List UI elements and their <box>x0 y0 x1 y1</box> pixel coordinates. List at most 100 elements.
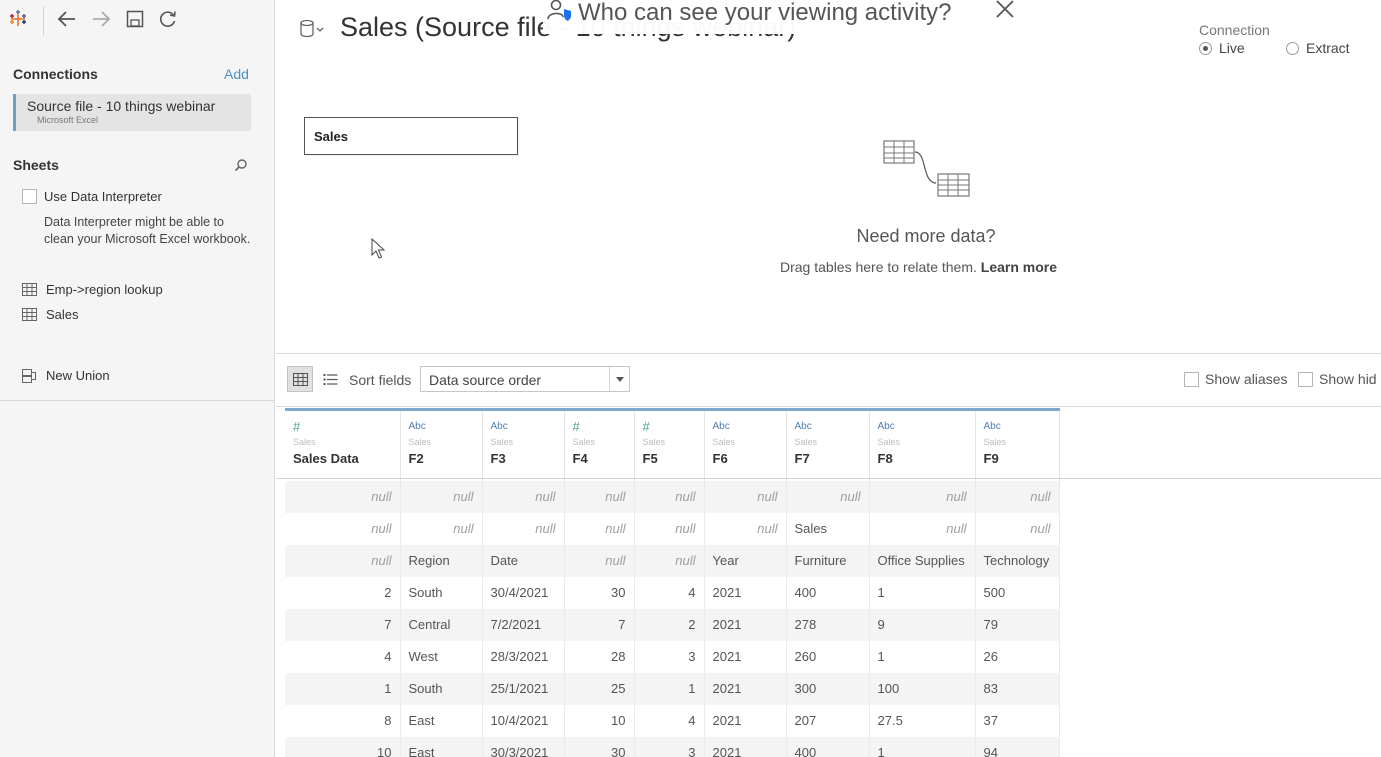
checkbox-box[interactable] <box>1184 371 1199 387</box>
connection-live-radio[interactable]: Live <box>1199 40 1245 56</box>
sheet-item-label: Sales <box>46 307 79 322</box>
table-cell: 2021 <box>704 640 787 673</box>
table-cell: 1 <box>869 640 976 673</box>
checkbox-box[interactable] <box>1298 371 1313 387</box>
column-source: Sales <box>490 437 514 447</box>
table-cell: 30/3/2021 <box>482 736 565 757</box>
table-row: 7 Central 7/2/2021 7 2 2021 278 9 79 <box>285 608 1060 641</box>
new-union-item[interactable]: New Union <box>22 368 110 383</box>
connections-title: Connections <box>13 66 98 82</box>
table-cell: 4 <box>634 704 705 737</box>
column-header[interactable]: Abc Sales F9 <box>975 408 1060 481</box>
radio-unselected[interactable] <box>1286 41 1299 55</box>
forward-arrow-icon[interactable] <box>90 8 112 30</box>
column-header[interactable]: # Sales F5 <box>634 408 705 481</box>
column-header[interactable]: Abc Sales F3 <box>482 408 565 481</box>
table-cell: 3 <box>634 736 705 757</box>
mouse-cursor-icon <box>371 238 386 259</box>
grid-view-button[interactable] <box>287 366 313 392</box>
string-type-icon[interactable]: Abc <box>409 421 474 433</box>
sort-fields-value: Data source order <box>429 372 542 388</box>
need-more-data-title: Need more data? <box>856 226 996 246</box>
show-aliases-checkbox[interactable]: Show aliases <box>1184 371 1288 387</box>
table-cell: null <box>975 480 1060 513</box>
table-cell: 207 <box>786 704 870 737</box>
table-cell: Date <box>482 544 565 577</box>
table-cell: 2021 <box>704 576 787 609</box>
table-cell: Office Supplies <box>869 544 976 577</box>
string-type-icon[interactable]: Abc <box>984 421 1051 433</box>
sort-fields-dropdown[interactable]: Data source order <box>420 366 630 392</box>
table-cell: 1 <box>285 672 401 705</box>
list-view-button[interactable] <box>317 366 343 392</box>
table-cell: 7/2/2021 <box>482 608 565 641</box>
add-connection-link[interactable]: Add <box>224 66 249 82</box>
datasource-cylinder-icon[interactable] <box>298 18 326 40</box>
join-canvas: Sales (Source file - 10 things webinar) … <box>276 0 1381 354</box>
back-arrow-icon[interactable] <box>56 8 78 30</box>
refresh-icon[interactable] <box>157 8 179 30</box>
show-hidden-checkbox[interactable]: Show hid <box>1298 371 1377 387</box>
string-type-icon[interactable]: Abc <box>713 421 778 433</box>
column-header[interactable]: # Sales Sales Data <box>285 408 401 481</box>
table-cell: 4 <box>285 640 401 673</box>
column-header[interactable]: Abc Sales F2 <box>400 408 483 481</box>
need-more-data-text: Drag tables here to relate them. <box>780 259 977 275</box>
string-type-icon[interactable]: Abc <box>878 421 967 433</box>
table-icon <box>22 308 37 321</box>
extract-label: Extract <box>1306 40 1350 56</box>
table-cell: null <box>482 480 565 513</box>
number-type-icon[interactable]: # <box>643 419 696 434</box>
need-more-data-subtitle: Drag tables here to relate them. Learn m… <box>780 259 1057 275</box>
column-header[interactable]: Abc Sales F7 <box>786 408 870 481</box>
use-data-interpreter-checkbox[interactable]: Use Data Interpreter <box>22 189 162 204</box>
table-cell: 2021 <box>704 704 787 737</box>
number-type-icon[interactable]: # <box>293 419 392 434</box>
sheet-item-sales[interactable]: Sales <box>22 307 79 322</box>
learn-more-link[interactable]: Learn more <box>981 259 1057 275</box>
sheets-title: Sheets <box>13 157 59 173</box>
table-cell: 26 <box>975 640 1060 673</box>
table-cell: 30 <box>564 576 635 609</box>
table-cell: 500 <box>975 576 1060 609</box>
table-cell: null <box>564 544 635 577</box>
search-icon[interactable] <box>234 158 248 172</box>
table-cell: 400 <box>786 736 870 757</box>
column-name: F6 <box>712 451 728 466</box>
column-name: F2 <box>408 451 424 466</box>
table-cell: 1 <box>869 736 976 757</box>
grid-body: null null null null null null null null null null… <box>285 480 1060 757</box>
save-icon[interactable] <box>124 8 146 30</box>
table-cell: 28/3/2021 <box>482 640 565 673</box>
connection-extract-radio[interactable]: Extract <box>1286 40 1350 56</box>
chevron-down-icon <box>609 367 629 391</box>
person-shield-icon <box>547 0 571 21</box>
string-type-icon[interactable]: Abc <box>795 421 861 433</box>
close-icon[interactable] <box>995 0 1015 19</box>
tableau-logo-icon[interactable] <box>7 8 29 30</box>
sheet-item-emp-region-lookup[interactable]: Emp->region lookup <box>22 282 163 297</box>
column-header[interactable]: # Sales F4 <box>564 408 635 481</box>
connection-item[interactable]: Source file - 10 things webinar Microsof… <box>13 94 251 131</box>
use-data-interpreter-label: Use Data Interpreter <box>44 189 162 204</box>
table-cell: Year <box>704 544 787 577</box>
radio-selected[interactable] <box>1199 41 1212 55</box>
table-cell: 2021 <box>704 608 787 641</box>
grid-view-icon <box>292 372 308 386</box>
table-cell: 8 <box>285 704 401 737</box>
table-cell: 2021 <box>704 672 787 705</box>
column-header[interactable]: Abc Sales F6 <box>704 408 787 481</box>
table-cell: 10 <box>285 736 401 757</box>
string-type-icon[interactable]: Abc <box>491 421 556 433</box>
column-header[interactable]: Abc Sales F8 <box>869 408 976 481</box>
checkbox-box[interactable] <box>22 189 37 204</box>
table-cell: 7 <box>285 608 401 641</box>
number-type-icon[interactable]: # <box>573 419 626 434</box>
table-cell: null <box>564 512 635 545</box>
table-row: 2 South 30/4/2021 30 4 2021 400 1 500 <box>285 576 1060 609</box>
viewing-activity-banner: Who can see your viewing activity? <box>543 0 1048 34</box>
header-row: # Sales Sales Data Abc Sales F2 Abc Sales F3 # Sal… <box>285 408 1060 481</box>
table-pill-sales[interactable]: Sales <box>304 117 518 155</box>
table-cell: null <box>634 480 705 513</box>
table-cell: Technology <box>975 544 1060 577</box>
